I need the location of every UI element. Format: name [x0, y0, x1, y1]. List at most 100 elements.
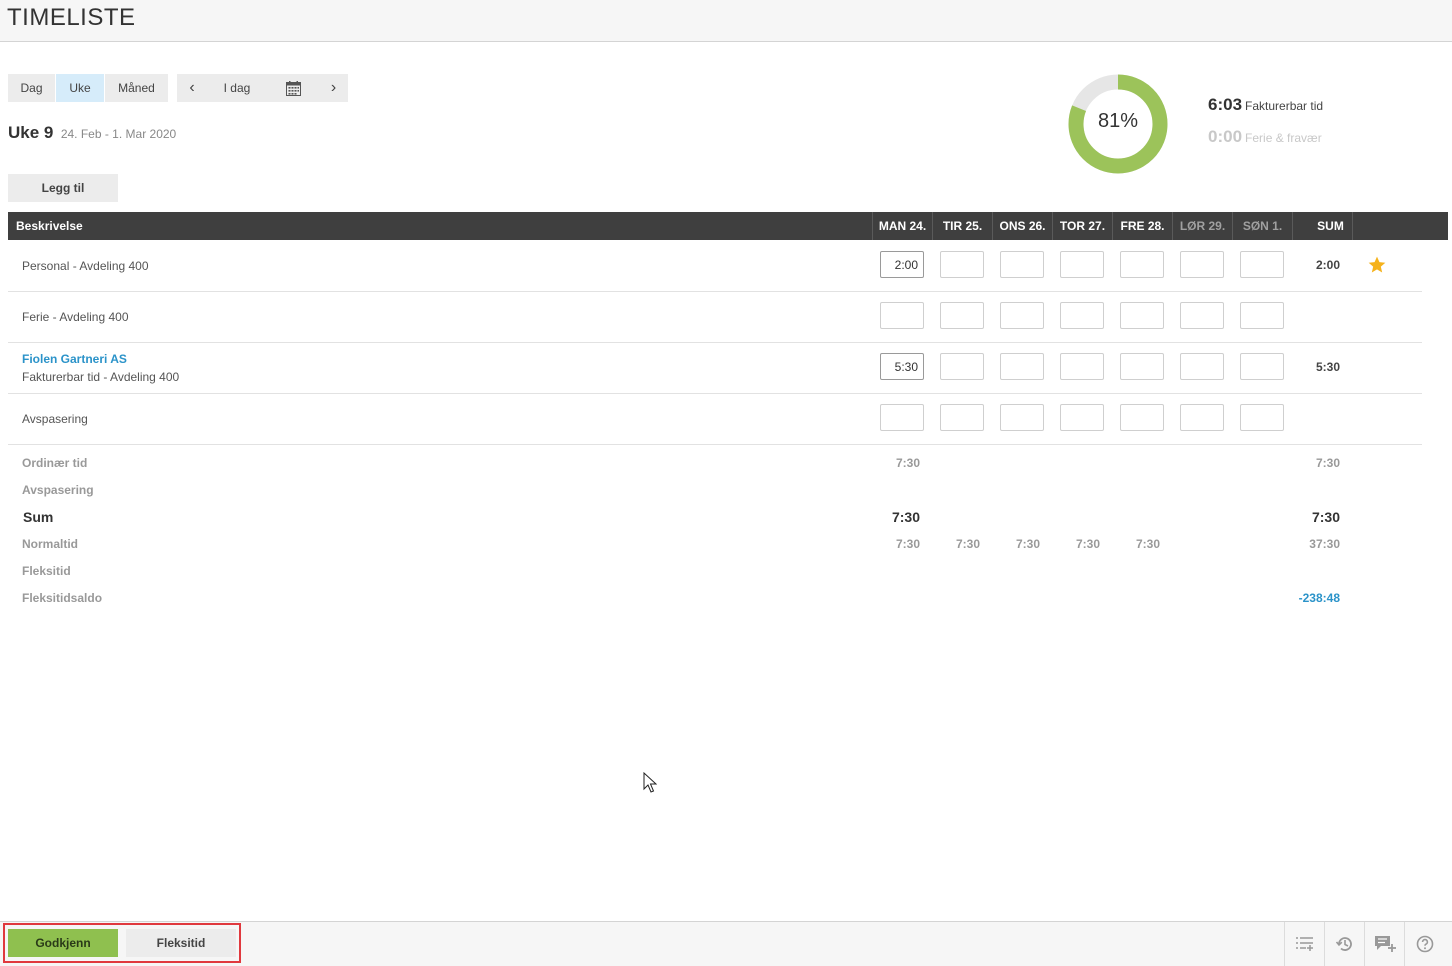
hours-input[interactable]	[1240, 302, 1284, 329]
totals-normal-row: Normaltid 7:30 7:30 7:30 7:30 7:30 37:30	[8, 537, 1422, 557]
help-button[interactable]	[1404, 922, 1445, 966]
hours-input[interactable]	[1180, 353, 1224, 380]
timesheet-row: Avspasering	[8, 393, 1422, 445]
help-icon	[1416, 935, 1434, 953]
hours-input[interactable]	[1240, 251, 1284, 278]
row-description: Personal - Avdeling 400	[22, 259, 149, 273]
hours-input[interactable]	[1240, 404, 1284, 431]
hours-input[interactable]	[1000, 353, 1044, 380]
approve-button[interactable]: Godkjenn	[8, 929, 118, 957]
totals-timeoff-row: Avspasering	[8, 483, 1422, 503]
hours-input[interactable]	[1000, 302, 1044, 329]
today-button[interactable]: I dag	[207, 74, 267, 102]
column-day: FRE 28.	[1112, 212, 1172, 240]
hours-input[interactable]	[1060, 251, 1104, 278]
timesheet-header: Beskrivelse MAN 24. TIR 25. ONS 26. TOR …	[8, 212, 1448, 240]
totals-day-value: 7:30	[891, 509, 920, 525]
totals-label: Sum	[23, 509, 54, 525]
hours-input[interactable]	[1120, 404, 1164, 431]
hours-input[interactable]	[1180, 251, 1224, 278]
view-switch: Dag Uke Måned	[8, 74, 168, 102]
totals-label: Fleksitidsaldo	[22, 591, 103, 605]
add-list-icon	[1296, 937, 1313, 951]
totals-flex-row: Fleksitid	[8, 564, 1422, 584]
hours-input[interactable]	[880, 353, 924, 380]
totals-day-value: 7:30	[1075, 537, 1100, 551]
column-day: TIR 25.	[932, 212, 992, 240]
view-week-button[interactable]: Uke	[55, 74, 104, 102]
client-link[interactable]: Fiolen Gartneri AS	[22, 352, 127, 366]
totals-day-value: 7:30	[1015, 537, 1040, 551]
history-button[interactable]	[1324, 922, 1365, 966]
date-navigation: ‹ I dag ›	[177, 74, 348, 102]
column-day-weekend: SØN 1.	[1232, 212, 1292, 240]
view-day-button[interactable]: Dag	[8, 74, 55, 102]
add-row-button[interactable]: Legg til	[8, 174, 118, 202]
add-list-button[interactable]	[1284, 922, 1325, 966]
row-description: Avspasering	[22, 412, 88, 426]
hours-input[interactable]	[940, 251, 984, 278]
footer-bar: Godkjenn Fleksitid	[0, 921, 1452, 966]
totals-label: Normaltid	[22, 537, 79, 551]
flextime-button[interactable]: Fleksitid	[126, 929, 236, 957]
hours-input[interactable]	[1120, 302, 1164, 329]
totals-label: Avspasering	[22, 483, 94, 497]
totals-sum-value: 7:30	[1315, 456, 1340, 470]
history-icon	[1336, 937, 1352, 951]
calendar-icon	[285, 80, 301, 96]
week-heading: Uke 9 24. Feb - 1. Mar 2020	[8, 123, 176, 143]
flex-balance-value: -238:48	[1298, 591, 1340, 605]
totals-label: Ordinær tid	[22, 456, 88, 470]
timesheet-row: Ferie - Avdeling 400	[8, 291, 1422, 343]
week-title: Uke 9	[8, 123, 54, 142]
previous-week-button[interactable]: ‹	[177, 74, 207, 102]
billable-time-label: Fakturerbar tid	[1245, 99, 1324, 113]
favorite-star-icon[interactable]	[1367, 255, 1387, 275]
timesheet-row: Fiolen Gartneri AS Fakturerbar tid - Avd…	[8, 342, 1422, 394]
row-description: Ferie - Avdeling 400	[22, 310, 129, 324]
totals-sum-row: Sum 7:30 7:30	[8, 509, 1422, 529]
hours-input[interactable]	[1060, 404, 1104, 431]
hours-input[interactable]	[940, 404, 984, 431]
hours-input[interactable]	[1180, 404, 1224, 431]
hours-input[interactable]	[940, 302, 984, 329]
row-description: Fakturerbar tid - Avdeling 400	[22, 370, 180, 384]
page-title: TIMELISTE	[7, 4, 136, 31]
column-day: ONS 26.	[992, 212, 1052, 240]
column-day-weekend: LØR 29.	[1172, 212, 1232, 240]
row-sum: 2:00	[1315, 258, 1340, 272]
view-month-button[interactable]: Måned	[104, 74, 168, 102]
totals-sum-value: 7:30	[1311, 509, 1340, 525]
hours-input[interactable]	[880, 404, 924, 431]
absence-time-value: 0:00	[1208, 127, 1243, 146]
hours-input[interactable]	[940, 353, 984, 380]
mouse-cursor-icon	[643, 772, 657, 793]
totals-day-value: 7:30	[895, 456, 920, 470]
column-day: MAN 24.	[872, 212, 932, 240]
calendar-button[interactable]	[267, 74, 319, 102]
totals-day-value: 7:30	[1135, 537, 1160, 551]
hours-input[interactable]	[1120, 353, 1164, 380]
hours-input[interactable]	[1120, 251, 1164, 278]
hours-input[interactable]	[1060, 302, 1104, 329]
hours-input[interactable]	[1180, 302, 1224, 329]
totals-day-value: 7:30	[955, 537, 980, 551]
hours-input[interactable]	[1000, 251, 1044, 278]
totals-ordinary-row: Ordinær tid 7:30 7:30	[8, 456, 1422, 476]
hours-input[interactable]	[1060, 353, 1104, 380]
totals-day-value: 7:30	[895, 537, 920, 551]
next-week-button[interactable]: ›	[319, 74, 348, 102]
hours-input[interactable]	[880, 302, 924, 329]
week-date-range: 24. Feb - 1. Mar 2020	[60, 127, 177, 141]
column-description: Beskrivelse	[16, 219, 83, 233]
add-comment-button[interactable]	[1364, 922, 1405, 966]
column-day: TOR 27.	[1052, 212, 1112, 240]
totals-label: Fleksitid	[22, 564, 71, 578]
totals-flex-balance-row: Fleksitidsaldo -238:48	[8, 591, 1422, 611]
top-bar: TIMELISTE	[0, 0, 1452, 42]
hours-input[interactable]	[1240, 353, 1284, 380]
hours-input[interactable]	[880, 251, 924, 278]
column-sum: SUM	[1292, 212, 1352, 240]
absence-time-stat: 0:00 Ferie & fravær	[1208, 127, 1322, 147]
hours-input[interactable]	[1000, 404, 1044, 431]
